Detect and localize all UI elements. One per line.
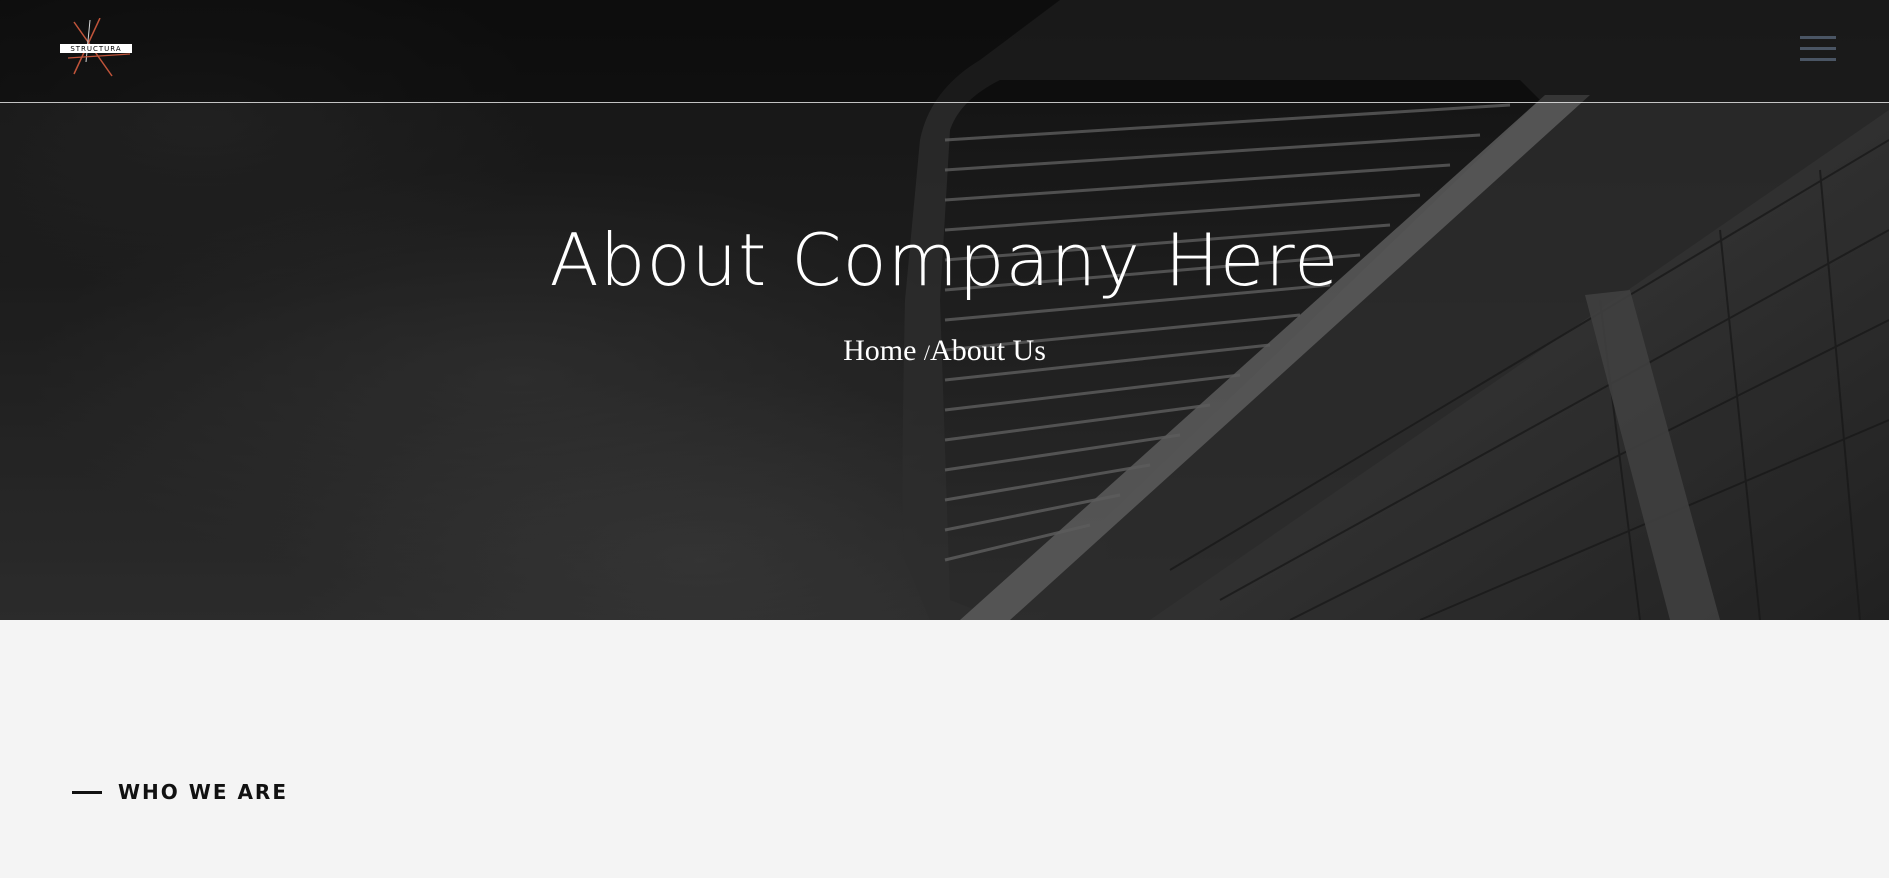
breadcrumb: Home /About Us	[0, 334, 1889, 368]
logo-text: STRUCTURA	[70, 45, 121, 53]
who-we-are-section-label: WHO WE ARE	[72, 780, 288, 804]
breadcrumb-home-link[interactable]: Home	[843, 334, 916, 367]
hamburger-menu-icon[interactable]	[1800, 36, 1838, 64]
section-label-text: WHO WE ARE	[118, 780, 288, 804]
hero-banner: STRUCTURA About Company Here Home /About…	[0, 0, 1889, 620]
structura-logo[interactable]: STRUCTURA	[60, 18, 132, 78]
breadcrumb-current: About Us	[930, 334, 1046, 367]
site-header: STRUCTURA	[0, 0, 1889, 103]
page-title: About Company Here	[549, 218, 1340, 302]
section-label-dash	[72, 790, 102, 794]
